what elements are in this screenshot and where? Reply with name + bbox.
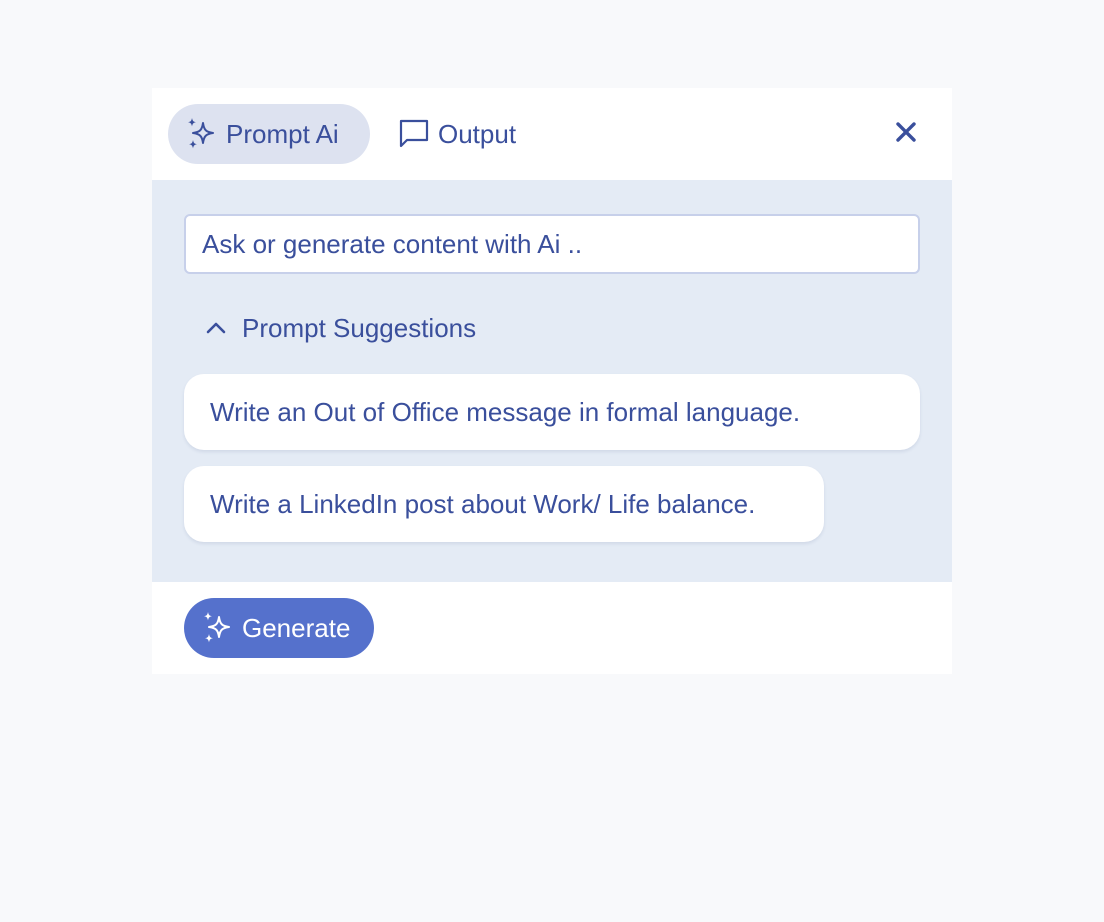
prompt-suggestions-toggle[interactable]: Prompt Suggestions [204, 310, 476, 346]
generate-button[interactable]: Generate [184, 598, 374, 658]
panel-footer: Generate [152, 582, 952, 674]
suggestion-chip[interactable]: Write an Out of Office message in formal… [184, 374, 920, 450]
prompt-suggestions-label: Prompt Suggestions [242, 312, 477, 343]
close-button[interactable] [890, 118, 922, 150]
panel-header: Prompt Ai Output [152, 88, 952, 180]
close-icon [895, 121, 917, 148]
sparkles-icon [184, 116, 220, 152]
suggestion-text: Write a LinkedIn post about Work/ Life b… [210, 488, 756, 519]
prompt-input[interactable] [184, 214, 920, 274]
tab-output[interactable]: Output [384, 104, 544, 164]
sparkles-icon [200, 610, 236, 646]
tab-output-label: Output [438, 118, 517, 149]
suggestion-chip[interactable]: Write a LinkedIn post about Work/ Life b… [184, 466, 824, 542]
suggestion-text: Write an Out of Office message in formal… [210, 396, 801, 427]
tab-prompt-ai-label: Prompt Ai [226, 118, 339, 149]
tab-prompt-ai[interactable]: Prompt Ai [168, 104, 370, 164]
chat-bubble-icon [396, 116, 432, 152]
ai-prompt-panel: Prompt Ai Output Ask or generate content… [152, 88, 952, 674]
chevron-up-icon [204, 316, 228, 340]
prompt-content-area: Prompt Suggestions Write an Out of Offic… [152, 180, 952, 582]
generate-button-label: Generate [242, 612, 351, 643]
